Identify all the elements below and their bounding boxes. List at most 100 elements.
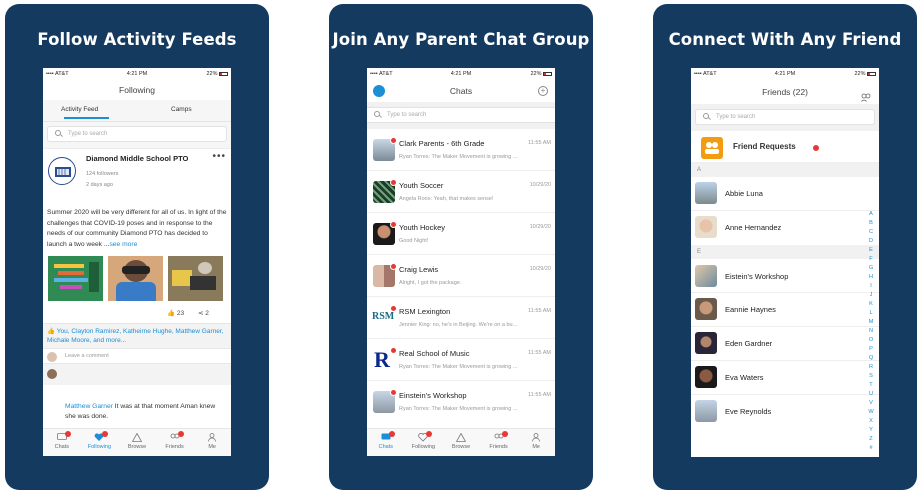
index-letter[interactable]: T <box>867 381 875 390</box>
chat-row[interactable]: Youth Soccer 10/29/20 Angela Roos: Yeah,… <box>367 171 555 213</box>
add-friend-icon[interactable] <box>861 87 871 102</box>
share-button[interactable]: ⋖ 2 <box>198 309 209 317</box>
index-letter[interactable]: E <box>867 246 875 255</box>
see-more-link[interactable]: see more <box>109 241 137 248</box>
search-input[interactable]: Type to search <box>695 109 875 125</box>
search-icon <box>55 130 61 136</box>
friend-name: Eannie Haynes <box>725 305 776 314</box>
index-letter[interactable]: I <box>867 282 875 291</box>
index-letter[interactable]: M <box>867 318 875 327</box>
unread-badge <box>390 137 397 144</box>
friend-name: Anne Hernandez <box>725 223 782 232</box>
index-letter[interactable]: G <box>867 264 875 273</box>
chat-row[interactable]: Craig Lewis 10/29/20 Alright, I got the … <box>367 255 555 297</box>
org-logo[interactable] <box>48 157 76 185</box>
org-name[interactable]: Diamond Middle School PTO <box>86 154 188 163</box>
index-letter[interactable]: F <box>867 255 875 264</box>
chat-preview: Ryan Torres: The Maker Movement is growi… <box>399 364 518 370</box>
chat-row[interactable]: R Real School of Music 11:55 AM Ryan Tor… <box>367 339 555 381</box>
index-letter[interactable]: Z <box>867 435 875 444</box>
add-chat-icon[interactable]: + <box>538 86 548 96</box>
index-letter[interactable]: Q <box>867 354 875 363</box>
index-letter[interactable]: U <box>867 390 875 399</box>
index-letter[interactable]: O <box>867 336 875 345</box>
comment-input[interactable]: Leave a comment <box>43 348 231 364</box>
segment-active-indicator <box>64 117 109 119</box>
friend-avatar <box>695 182 717 204</box>
chat-time: 10/29/20 <box>529 266 551 272</box>
tab-following[interactable]: Following <box>81 429 119 456</box>
segment-camps[interactable]: Camps <box>171 106 192 113</box>
post-image-1[interactable] <box>48 256 103 301</box>
tab-browse[interactable]: Browse <box>118 429 156 456</box>
chat-name: Youth Soccer <box>399 181 444 190</box>
friend-row[interactable]: Eva Waters <box>691 361 879 395</box>
friend-name: Eden Gardner <box>725 339 773 348</box>
chat-row[interactable]: Youth Hockey 10/29/20 Good Night! <box>367 213 555 255</box>
index-letter[interactable]: # <box>867 444 875 453</box>
friend-row[interactable]: Abbie Luna <box>691 177 879 211</box>
friend-row[interactable]: Eistein's Workshop <box>691 259 879 293</box>
index-letter[interactable]: P <box>867 345 875 354</box>
index-letter[interactable]: C <box>867 228 875 237</box>
index-letter[interactable]: B <box>867 219 875 228</box>
tab-following[interactable]: Following <box>405 429 443 456</box>
index-letter[interactable]: A <box>867 210 875 219</box>
comment-author[interactable]: Matthew Garner <box>65 403 113 410</box>
index-letter[interactable]: Y <box>867 426 875 435</box>
like-button[interactable]: 👍 23 <box>167 309 184 317</box>
tab-chats[interactable]: Chats <box>43 429 81 456</box>
post-header: Diamond Middle School PTO 124 followers … <box>43 148 231 194</box>
index-letter[interactable]: J <box>867 291 875 300</box>
index-letter[interactable]: R <box>867 363 875 372</box>
chat-time: 11:55 AM <box>528 392 551 398</box>
tab-me[interactable]: Me <box>193 429 231 456</box>
tab-chats[interactable]: Chats <box>367 429 405 456</box>
index-letter[interactable]: L <box>867 309 875 318</box>
section-header-e: E <box>691 245 879 259</box>
panel-title: Follow Activity Feeds <box>37 30 237 49</box>
search-input[interactable]: Type to search <box>367 107 555 123</box>
unread-badge <box>390 263 397 270</box>
chat-name: Craig Lewis <box>399 265 439 274</box>
tab-browse[interactable]: Browse <box>442 429 480 456</box>
status-bar: •••• AT&T 4:21 PM 22% <box>367 68 555 80</box>
likers-list[interactable]: 👍 You, Clayton Ramirez, Katheirne Hughe,… <box>43 324 231 348</box>
friend-name: Eistein's Workshop <box>725 272 789 281</box>
index-letter[interactable]: K <box>867 300 875 309</box>
comment: Matthew Garner It was at that moment Ama… <box>65 403 216 420</box>
search-input[interactable]: Type to search <box>47 126 227 142</box>
friend-row[interactable]: Eve Reynolds <box>691 395 879 429</box>
tab-friends[interactable]: Friends <box>480 429 518 456</box>
nav-bar: Chats + <box>367 80 555 102</box>
nav-bar: Friends (22) <box>691 80 879 104</box>
chat-preview: Ryan Torres: The Maker Movement is growi… <box>399 406 518 412</box>
index-letter[interactable]: D <box>867 237 875 246</box>
app-logo-icon[interactable] <box>373 85 385 97</box>
friend-row[interactable]: Eannie Haynes <box>691 293 879 327</box>
index-letter[interactable]: X <box>867 417 875 426</box>
post-image-2[interactable] <box>108 256 163 301</box>
friend-row[interactable]: Eden Gardner <box>691 327 879 361</box>
index-letter[interactable]: H <box>867 273 875 282</box>
friend-requests-row[interactable]: Friend Requests <box>691 131 879 163</box>
friend-avatar <box>695 216 717 238</box>
alphabet-index[interactable]: A B C D E F G H I J K L M N O P Q R S T U V W X Y Z # <box>867 210 875 453</box>
post-image-3[interactable] <box>168 256 223 301</box>
index-letter[interactable]: W <box>867 408 875 417</box>
tab-friends[interactable]: Friends <box>156 429 194 456</box>
chat-preview: Ryan Torres: The Maker Movement is growi… <box>399 154 518 160</box>
tab-me[interactable]: Me <box>517 429 555 456</box>
chat-row[interactable]: Einstein's Workshop 11:55 AM Ryan Torres… <box>367 381 555 423</box>
chat-row[interactable]: RSM RSM Lexington 11:55 AM Jennier King:… <box>367 297 555 339</box>
more-options-icon[interactable]: ••• <box>212 151 226 162</box>
friend-row[interactable]: Anne Hernandez <box>691 211 879 245</box>
chat-name: Clark Parents - 6th Grade <box>399 139 485 148</box>
chat-row[interactable]: Clark Parents - 6th Grade 11:55 AM Ryan … <box>367 129 555 171</box>
index-letter[interactable]: V <box>867 399 875 408</box>
unread-badge <box>390 389 397 396</box>
index-letter[interactable]: S <box>867 372 875 381</box>
index-letter[interactable]: N <box>867 327 875 336</box>
segment-activity-feed[interactable]: Activity Feed <box>61 106 98 113</box>
friend-requests-icon <box>701 137 723 159</box>
